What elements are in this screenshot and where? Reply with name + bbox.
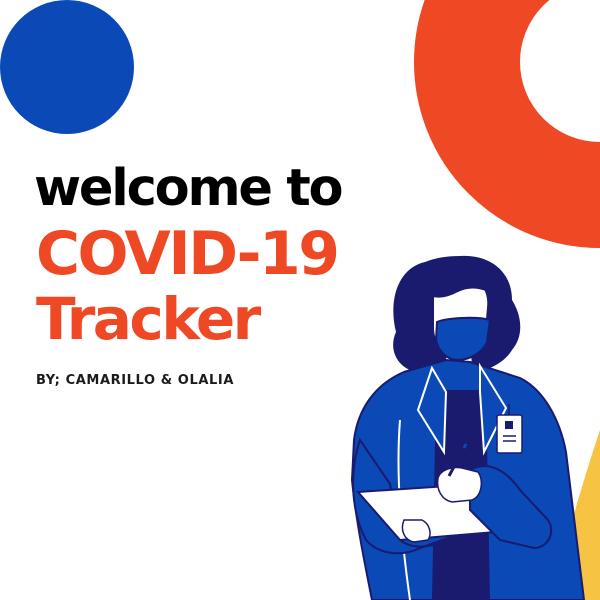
welcome-poster: welcome to COVID-19 Tracker BY; CAMARILL…	[0, 0, 600, 600]
health-worker-icon	[350, 255, 586, 600]
